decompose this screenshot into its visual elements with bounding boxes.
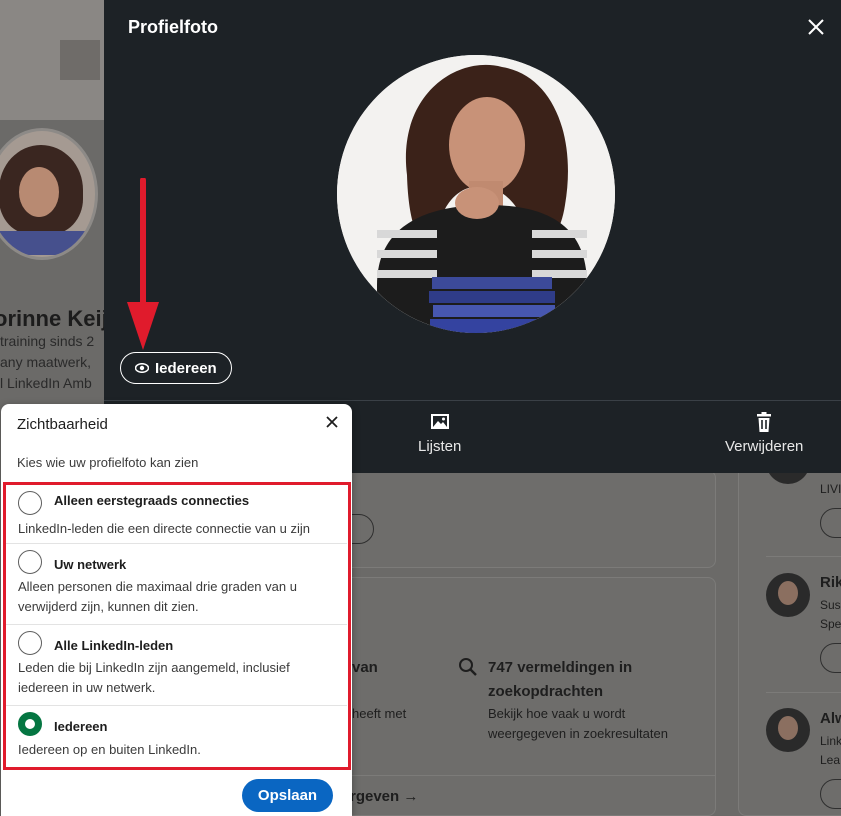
background-headline-line-2: any maatwerk, [0, 354, 92, 370]
radio-button[interactable] [18, 491, 42, 515]
right-fragment-2: Rik [820, 574, 841, 591]
right-fragment-5: Alw [820, 710, 841, 727]
option-label: Alle LinkedIn-leden [54, 638, 174, 653]
background-headline-line-1: training sinds 2 [0, 333, 95, 349]
visibility-button[interactable]: Iedereen [120, 352, 232, 384]
profile-photo-illustration [337, 55, 615, 333]
background-profile-name: orinne Keij [0, 306, 108, 331]
modal-title: Profielfoto [128, 17, 218, 37]
delete-label: Verwijderen [725, 438, 804, 455]
option-description: Iedereen op en buiten LinkedIn. [18, 742, 201, 757]
delete-photo-button[interactable]: Verwijderen [725, 410, 803, 455]
search-appearances-desc-2: weergegeven in zoekresultaten [488, 726, 668, 741]
option-label: Uw netwerk [54, 557, 127, 572]
search-appearances-title-2: zoekopdrachten [488, 683, 604, 700]
analytics-left-desc: heeft met [352, 706, 407, 721]
popover-title: Zichtbaarheid [17, 416, 108, 433]
search-appearances-title-1: 747 vermeldingen in [488, 659, 633, 676]
option-your-network[interactable]: Uw netwerk Alleen personen die maximaal … [6, 545, 347, 625]
option-everyone[interactable]: Iedereen Iedereen op en buiten LinkedIn. [6, 707, 347, 765]
close-icon[interactable] [324, 414, 340, 430]
search-icon [459, 658, 477, 676]
red-arrow-annotation [127, 178, 159, 350]
background-cover-image [0, 0, 104, 120]
image-frame-icon [430, 414, 449, 429]
analytics-left-title: van [352, 659, 378, 676]
background-person-avatar [766, 573, 810, 617]
popover-subtitle: Kies wie uw profielfoto kan zien [17, 455, 199, 470]
option-label: Alleen eerstegraads connecties [54, 493, 250, 508]
visibility-popover: Zichtbaarheid Kies wie uw profielfoto ka… [1, 404, 352, 816]
right-fragment-6: Link [820, 734, 841, 748]
close-icon[interactable] [807, 18, 825, 36]
frames-label: Lijsten [418, 438, 462, 455]
option-description: Alleen personen die maximaal drie graden… [18, 579, 297, 614]
save-button[interactable]: Opslaan [242, 779, 333, 812]
frames-button[interactable]: Lijsten [418, 410, 461, 455]
visibility-button-label: Iedereen [155, 359, 217, 377]
profile-photo-modal: Profielfoto Iedereen Lijsten Verwijderen [104, 0, 841, 473]
background-person-avatar [766, 708, 810, 752]
option-description: Leden die bij LinkedIn zijn aangemeld, i… [18, 660, 290, 695]
visibility-options-highlighted: Alleen eerstegraads connecties LinkedIn-… [3, 482, 351, 770]
eye-icon [135, 363, 149, 373]
profile-photo [337, 55, 615, 333]
right-fragment-1: LIVI [820, 482, 841, 496]
option-label: Iedereen [54, 719, 108, 734]
right-fragment-3: Sus [820, 598, 841, 612]
background-headline-line-3: l LinkedIn Amb [0, 375, 92, 391]
show-all-analytics-link[interactable]: rgeven → [350, 788, 418, 805]
right-fragment-4: Spe [820, 617, 841, 631]
radio-button[interactable] [18, 550, 42, 574]
background-avatar [0, 128, 98, 260]
background-card-top [330, 470, 716, 568]
radio-button-selected[interactable] [18, 712, 42, 736]
option-description: LinkedIn-leden die een directe connectie… [18, 521, 310, 536]
option-first-degree[interactable]: Alleen eerstegraads connecties LinkedIn-… [6, 487, 347, 544]
option-all-linkedin-members[interactable]: Alle LinkedIn-leden Leden die bij Linked… [6, 626, 347, 706]
right-fragment-7: Lea [820, 753, 841, 767]
search-appearances-desc-1: Bekijk hoe vaak u wordt [488, 706, 626, 721]
modal-divider [104, 400, 841, 401]
radio-button[interactable] [18, 631, 42, 655]
trash-icon [757, 412, 772, 432]
